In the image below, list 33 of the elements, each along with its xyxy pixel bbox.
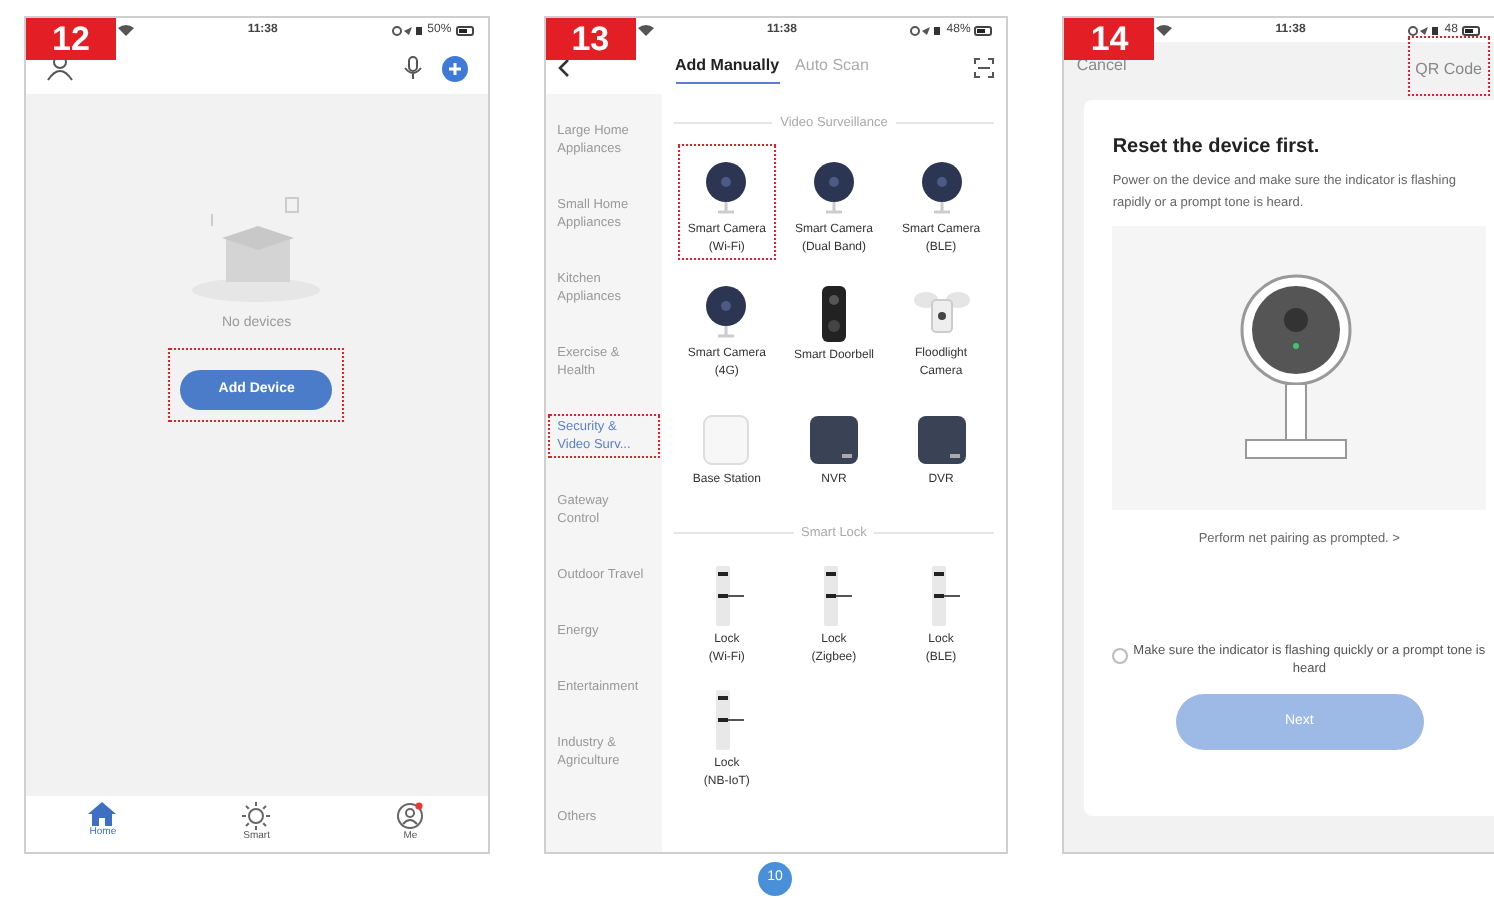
qr-code-button[interactable]: QR Code bbox=[1415, 58, 1482, 82]
add-icon[interactable] bbox=[441, 55, 468, 81]
battery-icon bbox=[974, 25, 995, 35]
status-icons bbox=[910, 25, 943, 35]
camera-icon bbox=[917, 159, 966, 216]
battery-icon bbox=[1461, 25, 1482, 35]
user-icon[interactable] bbox=[46, 54, 74, 82]
back-icon[interactable] bbox=[557, 58, 570, 78]
cancel-button[interactable]: Cancel bbox=[1076, 54, 1127, 78]
scan-icon[interactable] bbox=[974, 58, 995, 78]
recorder-icon bbox=[809, 413, 858, 466]
profile-icon bbox=[396, 802, 425, 830]
wifi-icon bbox=[637, 24, 654, 36]
battery-icon bbox=[455, 25, 476, 35]
camera-icon bbox=[702, 283, 751, 340]
base-station-icon bbox=[702, 413, 751, 466]
step-badge: 14 bbox=[1064, 18, 1155, 60]
wifi-icon bbox=[1156, 24, 1173, 36]
sun-icon bbox=[242, 802, 271, 830]
step-badge: 12 bbox=[26, 18, 116, 60]
doorbell-icon bbox=[819, 285, 848, 342]
recorder-icon bbox=[917, 413, 966, 466]
step-badge: 13 bbox=[545, 18, 636, 60]
home-icon bbox=[88, 802, 117, 826]
camera-icon bbox=[702, 159, 751, 216]
status-icons bbox=[391, 25, 424, 35]
status-icons bbox=[1408, 25, 1441, 35]
camera-icon bbox=[809, 159, 858, 216]
tab[interactable]: Add Manually bbox=[675, 53, 780, 83]
wifi-icon bbox=[118, 24, 134, 36]
confirm-radio[interactable] bbox=[1112, 647, 1129, 664]
microphone-icon[interactable] bbox=[403, 56, 422, 80]
card-title: Reset the device first. bbox=[1112, 134, 1322, 162]
